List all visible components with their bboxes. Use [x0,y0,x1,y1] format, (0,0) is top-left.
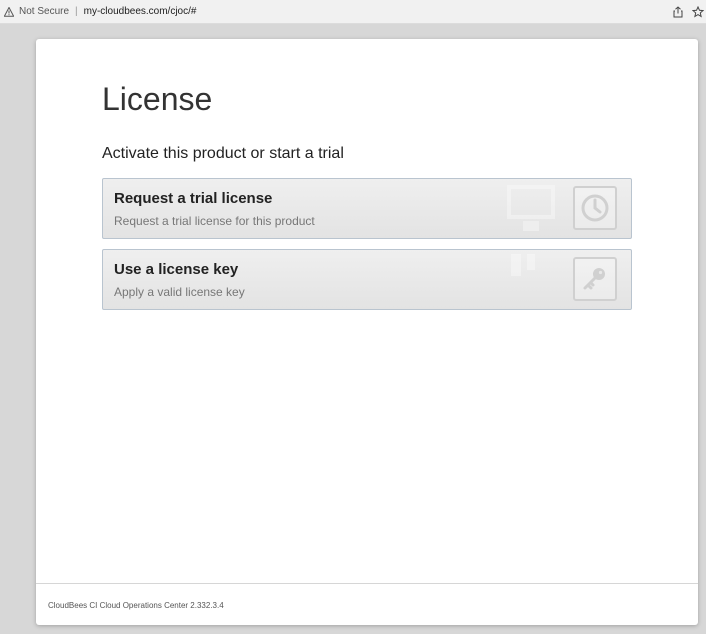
version-text: CloudBees CI Cloud Operations Center 2.3… [48,601,224,610]
option-description: Apply a valid license key [114,285,245,299]
browser-address-bar[interactable]: Not Secure | my-cloudbees.com/cjoc/# [0,0,706,24]
share-icon[interactable] [672,6,684,18]
warning-icon [4,6,14,17]
option-description: Request a trial license for this product [114,214,315,228]
use-license-key-option[interactable]: Use a license key Apply a valid license … [102,249,632,310]
security-label[interactable]: Not Secure [19,6,69,17]
watermark-graphic [507,185,555,231]
license-dialog: License Activate this product or start a… [36,39,698,625]
address-separator: | [75,6,78,17]
url-text[interactable]: my-cloudbees.com/cjoc/# [84,6,197,17]
dialog-footer: CloudBees CI Cloud Operations Center 2.3… [36,583,698,625]
page-title: License [102,81,213,117]
clock-icon [573,186,617,230]
request-trial-license-option[interactable]: Request a trial license Request a trial … [102,178,632,239]
option-title: Request a trial license [114,190,273,207]
watermark-graphic [511,254,535,276]
bookmark-star-icon[interactable] [692,6,704,18]
option-title: Use a license key [114,261,239,278]
key-icon [573,257,617,301]
page-subtitle: Activate this product or start a trial [102,145,344,162]
address-bar-actions [672,0,706,24]
